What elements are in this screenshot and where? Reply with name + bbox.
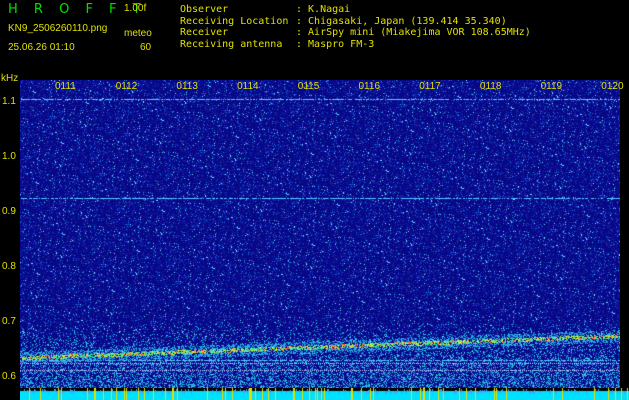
- y-axis-unit: kHz: [1, 73, 19, 84]
- y-tick-label: 0.7: [2, 316, 16, 327]
- version-label: 1.00f: [124, 3, 147, 14]
- time-label: 0116: [358, 81, 381, 92]
- meteo-label: meteo: [124, 28, 152, 39]
- filename-label: KN9_2506260110.png: [8, 23, 108, 34]
- time-label: 0120: [601, 81, 624, 92]
- time-label: 0115: [297, 81, 320, 92]
- y-tick-label: 0.9: [2, 206, 16, 217]
- meteo-value: 60: [140, 42, 152, 53]
- y-tick-label: 1.0: [2, 151, 16, 162]
- header-panel: H R O F F T 1.00f KN9_2506260110.png 25.…: [0, 0, 629, 72]
- time-label: 0119: [540, 81, 563, 92]
- time-label: 0113: [176, 81, 198, 92]
- timestamp-label: 25.06.26 01:10: [8, 42, 75, 53]
- info-row-receiver: Receiver: AirSpy mini (Miakejima VOR 108…: [180, 27, 531, 38]
- info-row-antenna: Receiving antenna: Maspro FM-3: [180, 38, 375, 50]
- info-row-observer: Observer: K.Nagai: [180, 4, 351, 15]
- time-label: 0111: [55, 81, 76, 92]
- signal-level-bar: [20, 388, 629, 400]
- time-label: 0118: [479, 81, 502, 92]
- time-label: 0117: [419, 81, 441, 92]
- time-label: 0114: [237, 81, 259, 92]
- y-tick-label: 0.6: [2, 371, 16, 382]
- y-tick-label: 1.1: [2, 96, 16, 107]
- info-row-location: Receiving Location: Chigasaki, Japan (13…: [180, 15, 507, 27]
- y-tick-label: 0.8: [2, 261, 16, 272]
- observation-info: Observer: K.Nagai Receiving Location: Ch…: [180, 4, 531, 50]
- time-label: 0112: [115, 81, 138, 92]
- spectrogram-plot[interactable]: [20, 80, 620, 388]
